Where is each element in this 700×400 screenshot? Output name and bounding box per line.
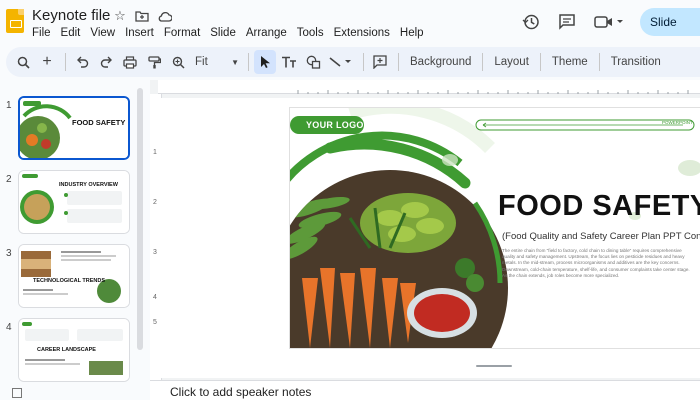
shape-icon[interactable] bbox=[302, 50, 324, 74]
cloud-status-icon[interactable] bbox=[156, 8, 172, 24]
thumb-number: 1 bbox=[6, 100, 12, 111]
ruler-label: 2 bbox=[153, 199, 157, 206]
star-icon[interactable]: ☆ bbox=[112, 8, 128, 24]
add-comment-icon[interactable] bbox=[369, 50, 391, 74]
title-icons: ☆ bbox=[112, 8, 172, 24]
select-tool-icon[interactable] bbox=[254, 50, 276, 74]
toolbar-divider bbox=[248, 53, 249, 71]
zoom-select[interactable]: Fit ▼ bbox=[191, 56, 243, 68]
main-slide[interactable]: YOUR LOGO POWERPOINT FOOD SAFETY (Food Q… bbox=[290, 108, 700, 348]
thumbnail-2-preview bbox=[19, 171, 129, 233]
zoom-icon[interactable] bbox=[167, 50, 189, 74]
history-icon[interactable] bbox=[520, 11, 542, 33]
slide-subtitle: (Food Quality and Safety Career Plan PPT… bbox=[502, 231, 700, 242]
notes-resize-handle[interactable] bbox=[476, 365, 512, 367]
slide-artwork bbox=[290, 108, 700, 348]
thumbnail-1-preview bbox=[20, 98, 128, 158]
undo-icon[interactable] bbox=[71, 50, 93, 74]
menu-insert[interactable]: Insert bbox=[120, 26, 159, 40]
slide-thumbnail-2[interactable]: INDUSTRY OVERVIEW bbox=[18, 170, 130, 234]
caret-down-icon: ▼ bbox=[231, 57, 239, 67]
slide-filmstrip: 1 FOOD SAFETY 2 INDUSTRY OVERVIEW 3 TECH… bbox=[0, 80, 148, 382]
paint-format-icon[interactable] bbox=[143, 50, 165, 74]
title-bar: Keynote file ☆ File Edit View Insert For… bbox=[0, 0, 700, 44]
toolbar-divider bbox=[539, 53, 541, 71]
filmstrip-scrollbar[interactable] bbox=[137, 88, 143, 350]
ruler-label: 4 bbox=[153, 294, 157, 301]
background-button[interactable]: Background bbox=[404, 56, 477, 68]
ruler-label: 3 bbox=[153, 249, 157, 256]
menu-arrange[interactable]: Arrange bbox=[241, 26, 292, 40]
toolbar-divider bbox=[363, 53, 364, 71]
horizontal-ruler-ticks bbox=[297, 90, 689, 94]
thumb-number: 2 bbox=[6, 174, 12, 185]
toolbar-divider bbox=[398, 53, 399, 71]
ruler-label: 5 bbox=[153, 319, 157, 326]
document-title[interactable]: Keynote file bbox=[32, 7, 110, 24]
slide-thumbnail-3[interactable]: TECHNOLOGICAL TRENDS bbox=[18, 244, 130, 308]
thumbnail-2-title: INDUSTRY OVERVIEW bbox=[59, 182, 118, 188]
search-menus-icon[interactable] bbox=[12, 50, 34, 74]
slide-thumbnail-1[interactable]: FOOD SAFETY bbox=[18, 96, 130, 160]
thumb-number: 3 bbox=[6, 248, 12, 259]
speaker-notes-placeholder: Click to add speaker notes bbox=[170, 385, 312, 399]
ruler-label: 1 bbox=[153, 149, 157, 156]
header-actions: Slide bbox=[520, 8, 700, 36]
thumbnail-3-title: TECHNOLOGICAL TRENDS bbox=[33, 278, 106, 284]
redo-icon[interactable] bbox=[95, 50, 117, 74]
horizontal-ruler bbox=[158, 80, 700, 94]
slideshow-label: Slide bbox=[650, 15, 677, 29]
menu-edit[interactable]: Edit bbox=[56, 26, 86, 40]
toolbar-divider bbox=[65, 53, 66, 71]
menu-view[interactable]: View bbox=[85, 26, 120, 40]
speaker-notes[interactable]: Click to add speaker notes bbox=[150, 365, 700, 400]
toolbar-divider bbox=[598, 53, 600, 71]
theme-button[interactable]: Theme bbox=[546, 56, 594, 68]
filmstrip-footer bbox=[0, 380, 150, 400]
comments-icon[interactable] bbox=[556, 11, 578, 33]
menu-format[interactable]: Format bbox=[159, 26, 205, 40]
menu-file[interactable]: File bbox=[32, 26, 56, 40]
toolbar: + Fit ▼ Background Layout Theme Transiti… bbox=[6, 47, 700, 77]
transition-button[interactable]: Transition bbox=[605, 56, 667, 68]
slide-logo: YOUR LOGO bbox=[306, 120, 364, 130]
new-slide-icon[interactable]: + bbox=[36, 50, 58, 74]
slide-thumbnail-4[interactable]: CAREER LANDSCAPE bbox=[18, 318, 130, 382]
powerpoint-tag: POWERPOINT bbox=[662, 120, 693, 125]
menu-tools[interactable]: Tools bbox=[292, 26, 329, 40]
print-icon[interactable] bbox=[119, 50, 141, 74]
slideshow-button[interactable]: Slide bbox=[640, 8, 700, 36]
meet-icon[interactable] bbox=[592, 11, 626, 33]
thumbnail-4-title: CAREER LANDSCAPE bbox=[37, 347, 96, 353]
layout-button[interactable]: Layout bbox=[488, 56, 535, 68]
slide-title: FOOD SAFETY bbox=[498, 190, 700, 222]
menu-bar: File Edit View Insert Format Slide Arran… bbox=[32, 26, 429, 40]
menu-help[interactable]: Help bbox=[395, 26, 429, 40]
thumb-number: 4 bbox=[6, 322, 12, 333]
line-icon[interactable] bbox=[326, 50, 356, 74]
move-folder-icon[interactable] bbox=[134, 8, 150, 24]
menu-extensions[interactable]: Extensions bbox=[329, 26, 395, 40]
slide-body-text: The entire chain from "field to factory,… bbox=[502, 248, 690, 278]
slides-logo-icon[interactable] bbox=[6, 9, 24, 33]
zoom-value: Fit bbox=[195, 56, 208, 68]
grid-view-icon[interactable] bbox=[12, 388, 22, 398]
toolbar-divider bbox=[482, 53, 484, 71]
text-box-icon[interactable] bbox=[278, 50, 300, 74]
thumbnail-3-preview bbox=[19, 245, 129, 307]
thumbnail-1-title: FOOD SAFETY bbox=[72, 118, 126, 127]
menu-slide[interactable]: Slide bbox=[205, 26, 241, 40]
